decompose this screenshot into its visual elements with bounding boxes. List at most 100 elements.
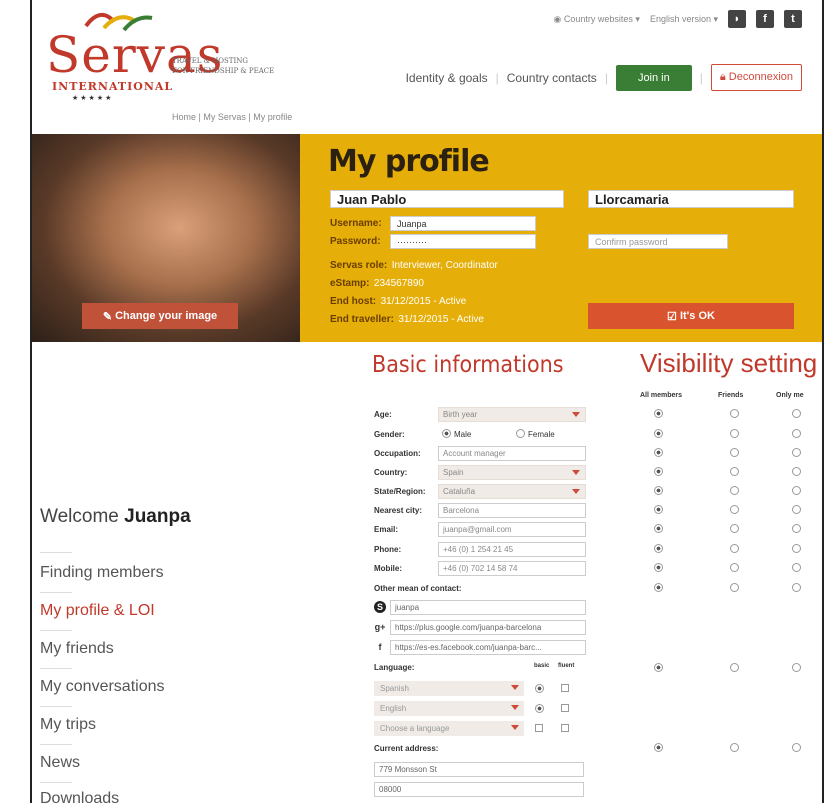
nav-divider: | [699,70,703,85]
language-1-fluent-checkbox[interactable] [561,684,569,692]
visibility-friends-radio[interactable] [730,448,739,457]
facebook-icon[interactable]: f [756,10,774,28]
join-in-button[interactable]: Join in [615,64,692,91]
visibility-only-me-radio[interactable] [792,583,801,592]
city-input[interactable]: Barcelona [438,503,586,518]
change-image-button[interactable]: ✎ Change your image [82,303,238,329]
last-name-input[interactable]: Llorcamaria [588,190,794,208]
visibility-all-members-radio[interactable] [654,583,663,592]
visibility-friends-radio[interactable] [730,563,739,572]
nav-identity-goals[interactable]: Identity & goals [406,71,488,85]
visibility-all-members-radio[interactable] [654,743,663,752]
visibility-all-members-radio[interactable] [654,563,663,572]
current-address-label: Current address: [374,744,439,753]
visibility-all-members-radio[interactable] [654,486,663,495]
visibility-col-only-me: Only me [776,392,804,399]
visibility-friends-radio[interactable] [730,544,739,553]
visibility-only-me-radio[interactable] [792,524,801,533]
rss-icon[interactable]: ◗ [728,10,746,28]
country-websites-dropdown[interactable]: ◉ Country websites ▾ [554,14,640,25]
sidebar-item-downloads[interactable]: Downloads [40,790,119,803]
address-line2-input[interactable]: 08000 [374,782,584,797]
language-select-2[interactable]: English [374,701,524,716]
phone-input[interactable]: +46 (0) 1 254 21 45 [438,542,586,557]
language-version-dropdown[interactable]: English version ▾ [650,14,718,25]
breadcrumb-home[interactable]: Home [172,112,196,122]
visibility-only-me-radio[interactable] [792,448,801,457]
nav-country-contacts[interactable]: Country contacts [507,71,597,85]
country-select[interactable]: Spain [438,465,586,480]
language-select-1[interactable]: Spanish [374,681,524,696]
breadcrumb-my-servas[interactable]: My Servas [203,112,246,122]
sidebar-item-news[interactable]: News [40,754,80,772]
sidebar-divider [40,592,72,593]
visibility-friends-radio[interactable] [730,409,739,418]
servas-role: Servas role: Interviewer, Coordinator [330,260,498,271]
visibility-friends-radio[interactable] [730,524,739,533]
visibility-all-members-radio[interactable] [654,467,663,476]
email-input[interactable]: juanpa@gmail.com [438,522,586,537]
brand-tagline: Travel & Hosting for friendship & peace [172,57,275,75]
main-nav: Identity & goals | Country contacts | Jo… [406,64,802,91]
occupation-input[interactable]: Account manager [438,446,586,461]
visibility-all-members-radio[interactable] [654,505,663,514]
visibility-only-me-radio[interactable] [792,544,801,553]
visibility-only-me-radio[interactable] [792,743,801,752]
sidebar-item-finding-members[interactable]: Finding members [40,564,164,582]
language-2-basic-radio[interactable] [535,704,544,713]
language-3-basic-checkbox[interactable] [535,724,543,732]
visibility-friends-radio[interactable] [730,583,739,592]
visibility-all-members-radio[interactable] [654,524,663,533]
age-select[interactable]: Birth year [438,407,586,422]
twitter-icon[interactable]: t [784,10,802,28]
sidebar-item-my-conversations[interactable]: My conversations [40,678,165,696]
visibility-only-me-radio[interactable] [792,409,801,418]
visibility-only-me-radio[interactable] [792,505,801,514]
city-label: Nearest city: [374,506,423,515]
language-1-basic-radio[interactable] [535,684,544,693]
sidebar-item-my-trips[interactable]: My trips [40,716,96,734]
mobile-input[interactable]: +46 (0) 702 14 58 74 [438,561,586,576]
visibility-all-members-radio[interactable] [654,429,663,438]
visibility-all-members-radio[interactable] [654,544,663,553]
end-host: End host: 31/12/2015 - Active [330,296,467,307]
nav-divider: | [495,70,499,85]
visibility-only-me-radio[interactable] [792,663,801,672]
deconnexion-button[interactable]: 🔒︎ Deconnexion [710,64,802,91]
sidebar-item-my-friends[interactable]: My friends [40,640,114,658]
breadcrumb: Home | My Servas | My profile [172,112,293,122]
visibility-friends-radio[interactable] [730,743,739,752]
visibility-all-members-radio[interactable] [654,663,663,672]
language-2-fluent-checkbox[interactable] [561,704,569,712]
password-input[interactable]: ·········· [390,234,536,249]
visibility-friends-radio[interactable] [730,505,739,514]
password-label: Password: [330,236,381,247]
visibility-only-me-radio[interactable] [792,429,801,438]
state-select[interactable]: Cataluña [438,484,586,499]
username-input[interactable]: Juanpa [390,216,536,231]
gender-male-radio[interactable] [442,429,451,438]
address-line1-input[interactable]: 779 Monsson St [374,762,584,777]
visibility-all-members-radio[interactable] [654,448,663,457]
visibility-friends-radio[interactable] [730,663,739,672]
facebook-input[interactable]: https://es-es.facebook.com/juanpa-barc..… [390,640,586,655]
skype-input[interactable]: juanpa [390,600,586,615]
mobile-label: Mobile: [374,564,402,573]
visibility-friends-radio[interactable] [730,486,739,495]
visibility-only-me-radio[interactable] [792,467,801,476]
gender-female-radio[interactable] [516,429,525,438]
visibility-all-members-radio[interactable] [654,409,663,418]
nav-divider: | [604,70,608,85]
visibility-friends-radio[interactable] [730,467,739,476]
sidebar-item-my-profile[interactable]: My profile & LOI [40,602,155,620]
its-ok-button[interactable]: ☑ It's OK [588,303,794,329]
visibility-only-me-radio[interactable] [792,486,801,495]
google-plus-input[interactable]: https://plus.google.com/juanpa-barcelona [390,620,586,635]
language-select-3[interactable]: Choose a language [374,721,524,736]
visibility-friends-radio[interactable] [730,429,739,438]
first-name-input[interactable]: Juan Pablo [330,190,564,208]
estamp: eStamp: 234567890 [330,278,424,289]
language-3-fluent-checkbox[interactable] [561,724,569,732]
confirm-password-input[interactable]: Confirm password [588,234,728,249]
visibility-only-me-radio[interactable] [792,563,801,572]
